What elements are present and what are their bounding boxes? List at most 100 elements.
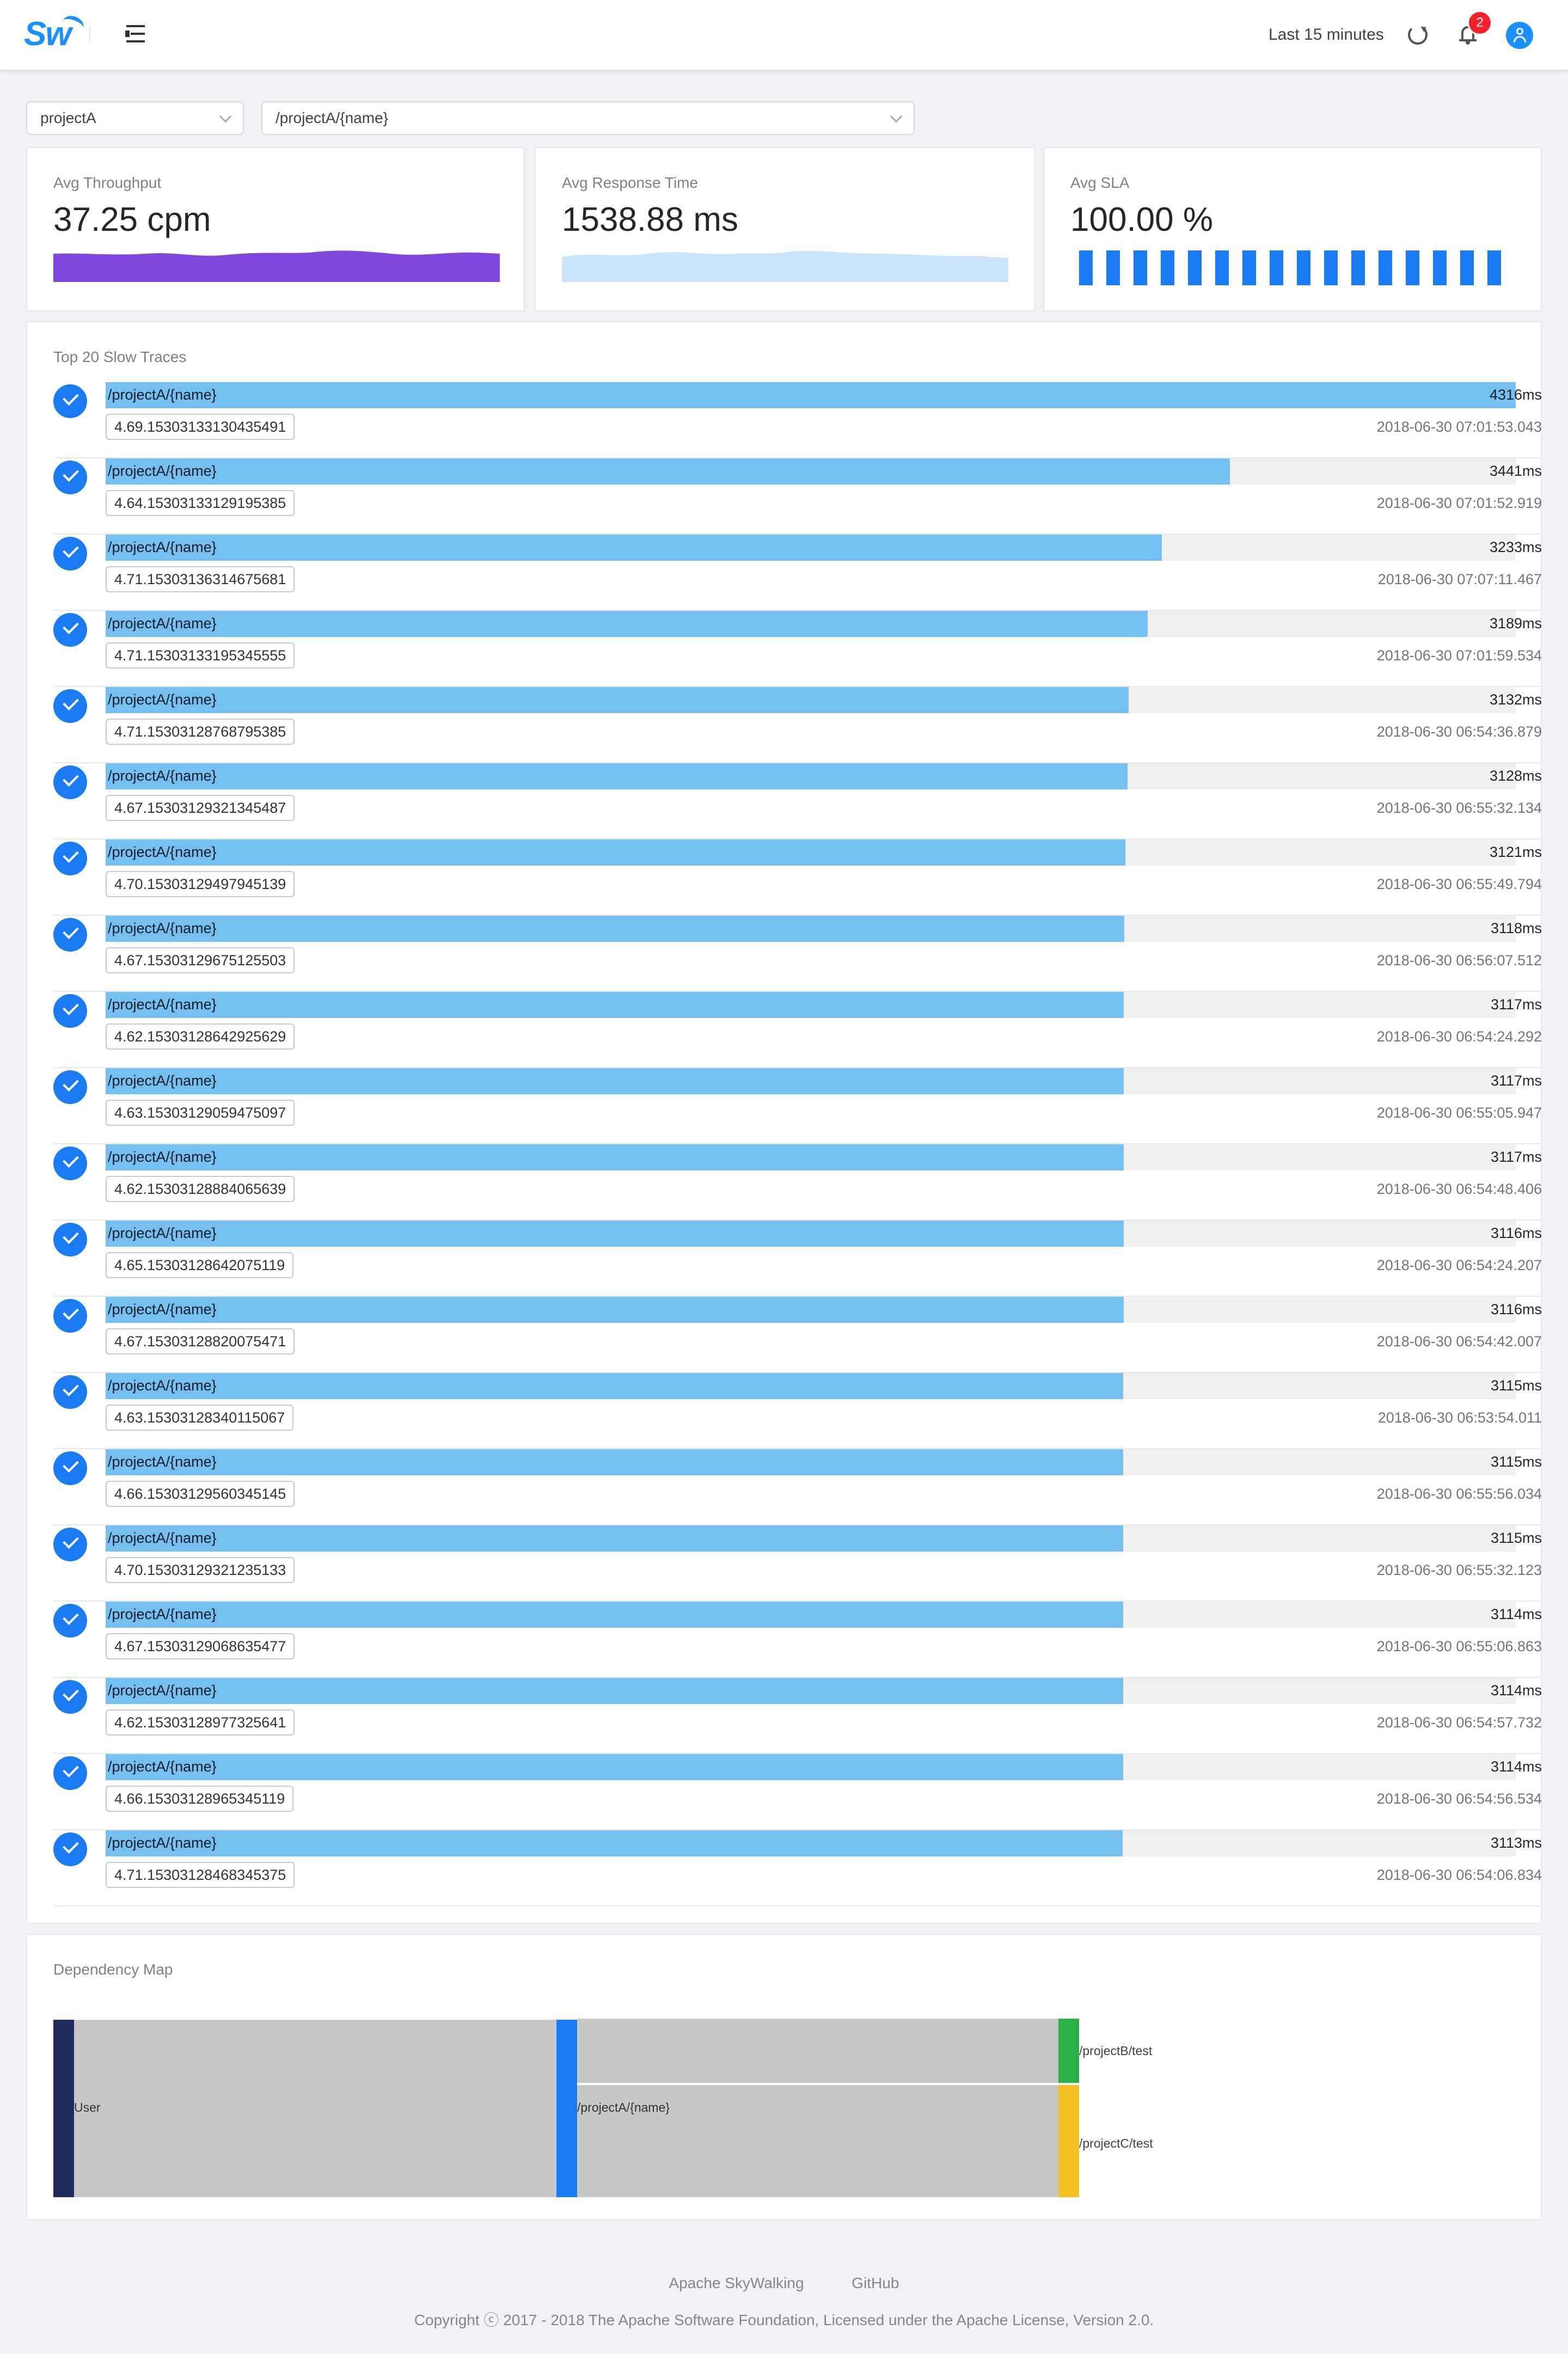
trace-endpoint[interactable]: /projectA/{name} <box>108 687 217 712</box>
trace-id-tag[interactable]: 4.70.15303129321235133 <box>106 1557 295 1583</box>
service-select[interactable]: projectA <box>26 101 244 135</box>
trace-check-icon[interactable] <box>53 1680 87 1714</box>
trace-endpoint[interactable]: /projectA/{name} <box>108 1602 217 1627</box>
trace-endpoint[interactable]: /projectA/{name} <box>108 458 217 483</box>
trace-id-tag[interactable]: 4.70.15303129497945139 <box>106 871 295 897</box>
dep-node-user[interactable] <box>53 2020 74 2197</box>
user-avatar[interactable] <box>1506 22 1533 49</box>
skywalking-logo[interactable]: Sw <box>24 13 89 53</box>
trace-check-icon[interactable] <box>53 1299 87 1333</box>
trace-check-icon[interactable] <box>53 689 87 723</box>
trace-row[interactable]: /projectA/{name} 3118ms 4.67.1530312967512… <box>53 916 1542 992</box>
trace-id-tag[interactable]: 4.64.15303133129195385 <box>106 490 295 516</box>
trace-row[interactable]: /projectA/{name} 3132ms 4.71.1530312876879… <box>53 687 1542 763</box>
trace-id-tag[interactable]: 4.63.15303128340115067 <box>106 1405 294 1431</box>
trace-row[interactable]: /projectA/{name} 3116ms 4.65.1530312864207… <box>53 1221 1542 1297</box>
footer-link-github[interactable]: GitHub <box>852 2275 899 2291</box>
trace-check-icon[interactable] <box>53 918 87 952</box>
dep-node-projecta[interactable] <box>556 2020 577 2197</box>
trace-check-icon[interactable] <box>53 842 87 875</box>
trace-check-icon[interactable] <box>53 613 87 647</box>
trace-endpoint[interactable]: /projectA/{name} <box>108 1449 217 1474</box>
trace-endpoint[interactable]: /projectA/{name} <box>108 611 217 636</box>
trace-duration-bar <box>106 1221 1124 1247</box>
trace-endpoint[interactable]: /projectA/{name} <box>108 1221 217 1246</box>
trace-duration: 3117ms <box>1490 1072 1542 1089</box>
trace-id-tag[interactable]: 4.67.15303129321345487 <box>106 795 295 821</box>
footer-link-skywalking[interactable]: Apache SkyWalking <box>669 2275 804 2291</box>
trace-check-icon[interactable] <box>53 1604 87 1638</box>
trace-endpoint[interactable]: /projectA/{name} <box>108 839 217 865</box>
trace-endpoint[interactable]: /projectA/{name} <box>108 1754 217 1779</box>
trace-row[interactable]: /projectA/{name} 3233ms 4.71.1530313631467… <box>53 535 1542 611</box>
trace-id-tag[interactable]: 4.71.15303128468345375 <box>106 1862 295 1888</box>
trace-id-tag[interactable]: 4.63.15303129059475097 <box>106 1100 295 1126</box>
trace-endpoint[interactable]: /projectA/{name} <box>108 1068 217 1093</box>
trace-row[interactable]: /projectA/{name} 3128ms 4.67.1530312932134… <box>53 763 1542 839</box>
trace-row[interactable]: /projectA/{name} 3117ms 4.62.1530312864292… <box>53 992 1542 1068</box>
trace-check-icon[interactable] <box>53 461 87 494</box>
trace-check-icon[interactable] <box>53 765 87 799</box>
trace-check-icon[interactable] <box>53 994 87 1028</box>
trace-row[interactable]: /projectA/{name} 3117ms 4.63.1530312905947… <box>53 1068 1542 1144</box>
trace-duration: 3117ms <box>1490 996 1542 1013</box>
trace-row[interactable]: /projectA/{name} 3441ms 4.64.1530313312919… <box>53 458 1542 535</box>
trace-id-tag[interactable]: 4.71.15303133195345555 <box>106 642 295 669</box>
trace-id-tag[interactable]: 4.62.15303128977325641 <box>106 1709 295 1736</box>
trace-start-time: 2018-06-30 06:54:24.292 <box>1376 1028 1542 1045</box>
trace-check-icon[interactable] <box>53 1147 87 1180</box>
trace-id-tag[interactable]: 4.62.15303128884065639 <box>106 1176 295 1202</box>
time-range-selector[interactable]: Last 15 minutes <box>1269 23 1384 47</box>
trace-id-tag[interactable]: 4.65.15303128642075119 <box>106 1252 294 1278</box>
trace-check-icon[interactable] <box>53 1223 87 1256</box>
trace-id-tag[interactable]: 4.66.15303129560345145 <box>106 1481 295 1507</box>
dep-node-projectb[interactable] <box>1058 2019 1079 2083</box>
trace-check-icon[interactable] <box>53 384 87 418</box>
trace-endpoint[interactable]: /projectA/{name} <box>108 992 217 1017</box>
trace-row[interactable]: /projectA/{name} 3115ms 4.70.1530312932123… <box>53 1525 1542 1602</box>
trace-check-icon[interactable] <box>53 1756 87 1790</box>
trace-row[interactable]: /projectA/{name} 3121ms 4.70.1530312949794… <box>53 839 1542 916</box>
trace-duration-bar <box>106 1830 1123 1856</box>
trace-endpoint[interactable]: /projectA/{name} <box>108 1373 217 1398</box>
footer-copyright: Copyright ⓒ 2017 - 2018 The Apache Softw… <box>414 2312 1154 2328</box>
trace-endpoint[interactable]: /projectA/{name} <box>108 763 217 788</box>
trace-row[interactable]: /projectA/{name} 3189ms 4.71.1530313319534… <box>53 611 1542 687</box>
trace-endpoint[interactable]: /projectA/{name} <box>108 916 217 941</box>
trace-row[interactable]: /projectA/{name} 3117ms 4.62.1530312888406… <box>53 1144 1542 1221</box>
trace-endpoint[interactable]: /projectA/{name} <box>108 382 217 407</box>
trace-endpoint[interactable]: /projectA/{name} <box>108 1525 217 1550</box>
trace-row[interactable]: /projectA/{name} 3114ms 4.66.1530312896534… <box>53 1754 1542 1830</box>
trace-endpoint[interactable]: /projectA/{name} <box>108 1297 217 1322</box>
trace-endpoint[interactable]: /projectA/{name} <box>108 1830 217 1855</box>
trace-id-tag[interactable]: 4.62.15303128642925629 <box>106 1023 295 1050</box>
trace-row[interactable]: /projectA/{name} 3115ms 4.66.1530312956034… <box>53 1449 1542 1525</box>
trace-id-tag[interactable]: 4.69.15303133130435491 <box>106 414 295 440</box>
trace-check-icon[interactable] <box>53 1070 87 1104</box>
trace-endpoint[interactable]: /projectA/{name} <box>108 535 217 560</box>
reload-icon[interactable] <box>1408 25 1428 45</box>
trace-check-icon[interactable] <box>53 1375 87 1409</box>
trace-check-icon[interactable] <box>53 537 87 571</box>
trace-check-icon[interactable] <box>53 1528 87 1561</box>
trace-row[interactable]: /projectA/{name} 3114ms 4.67.1530312906863… <box>53 1602 1542 1678</box>
dep-node-projectc[interactable] <box>1058 2085 1079 2197</box>
trace-row[interactable]: /projectA/{name} 4316ms 4.69.1530313313043… <box>53 382 1542 458</box>
trace-endpoint[interactable]: /projectA/{name} <box>108 1144 217 1169</box>
trace-id-tag[interactable]: 4.67.15303129675125503 <box>106 947 295 973</box>
trace-duration-bar <box>106 1373 1123 1399</box>
trace-id-tag[interactable]: 4.66.15303128965345119 <box>106 1786 294 1812</box>
trace-endpoint[interactable]: /projectA/{name} <box>108 1678 217 1703</box>
trace-id-tag[interactable]: 4.67.15303128820075471 <box>106 1328 295 1354</box>
trace-row[interactable]: /projectA/{name} 3113ms 4.71.1530312846834… <box>53 1830 1542 1907</box>
menu-fold-icon[interactable] <box>124 23 148 45</box>
trace-row[interactable]: /projectA/{name} 3115ms 4.63.1530312834011… <box>53 1373 1542 1449</box>
trace-id-tag[interactable]: 4.71.15303128768795385 <box>106 719 295 745</box>
trace-check-icon[interactable] <box>53 1451 87 1485</box>
trace-check-icon[interactable] <box>53 1832 87 1866</box>
trace-id-tag[interactable]: 4.67.15303129068635477 <box>106 1633 295 1659</box>
trace-row[interactable]: /projectA/{name} 3114ms 4.62.1530312897732… <box>53 1678 1542 1754</box>
trace-row[interactable]: /projectA/{name} 3116ms 4.67.1530312882007… <box>53 1297 1542 1373</box>
trace-id-tag[interactable]: 4.71.15303136314675681 <box>106 566 295 592</box>
endpoint-select[interactable]: /projectA/{name} <box>261 101 915 135</box>
